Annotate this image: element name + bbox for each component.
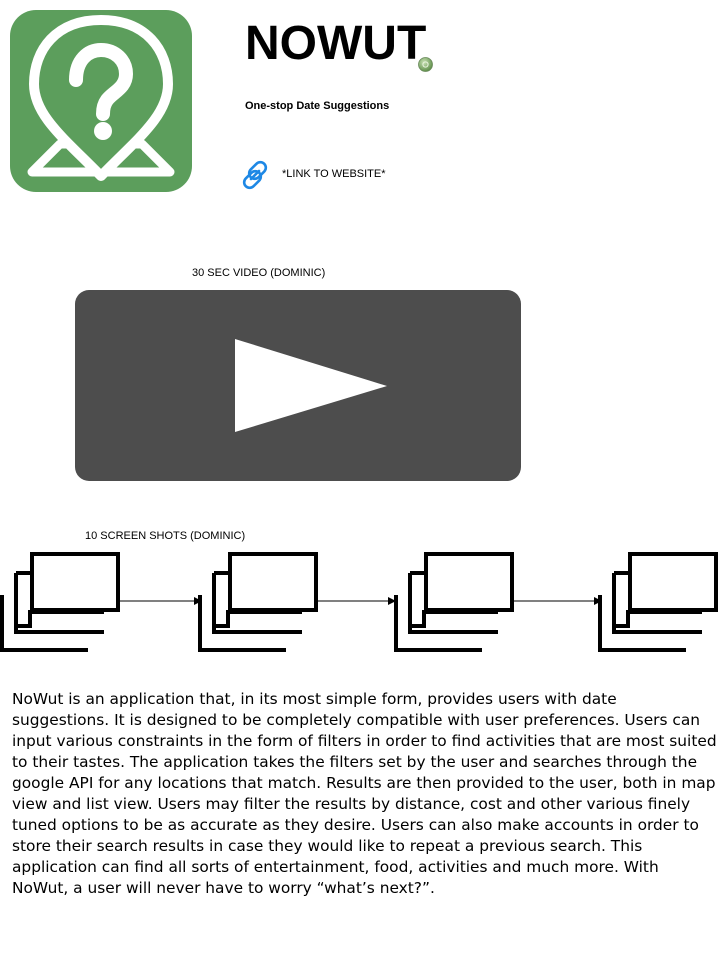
- arrow-right-icon: [318, 597, 396, 605]
- screenshot-thumbnail-3[interactable]: [394, 548, 514, 654]
- video-player[interactable]: [75, 290, 521, 481]
- tagline: One-stop Date Suggestions: [245, 100, 390, 112]
- map-pin-question-icon: [10, 10, 192, 192]
- link-chain-icon: [242, 160, 268, 190]
- arrow-right-icon: [514, 597, 602, 605]
- status-dot-icon: [418, 57, 433, 72]
- arrow-right-icon: [120, 597, 202, 605]
- play-icon[interactable]: [75, 290, 521, 481]
- app-description: NoWut is an application that, in its mos…: [12, 690, 717, 897]
- page-title: NOWUT: [245, 17, 427, 70]
- screenshots-strip: [0, 548, 721, 658]
- video-section-label: 30 SEC VIDEO (DOMINIC): [192, 267, 326, 279]
- website-link-label[interactable]: *LINK TO WEBSITE*: [282, 168, 386, 180]
- screenshot-thumbnail-1[interactable]: [0, 548, 120, 654]
- app-logo: [10, 10, 192, 192]
- website-link[interactable]: *LINK TO WEBSITE*: [238, 158, 386, 192]
- screenshot-thumbnail-2[interactable]: [198, 548, 318, 654]
- screenshot-thumbnail-4[interactable]: [598, 548, 718, 654]
- screenshots-section-label: 10 SCREEN SHOTS (DOMINIC): [85, 530, 246, 542]
